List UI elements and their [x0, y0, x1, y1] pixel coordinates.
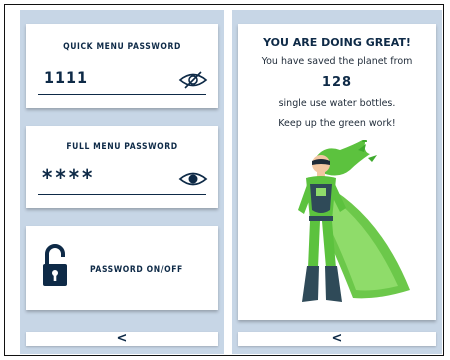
eco-headline: YOU ARE DOING GREAT! — [263, 36, 411, 49]
full-menu-password-card: FULL MENU PASSWORD **** — [26, 126, 218, 208]
quick-menu-password-card: QUICK MENU PASSWORD 1111 — [26, 24, 218, 108]
eco-message-panel: YOU ARE DOING GREAT! You have saved the … — [232, 10, 442, 354]
full-menu-password-field[interactable]: **** — [42, 166, 95, 191]
eye-icon[interactable] — [178, 169, 208, 193]
eco-message-card: YOU ARE DOING GREAT! You have saved the … — [238, 24, 436, 320]
eco-line-1: You have saved the planet from — [261, 56, 413, 67]
full-menu-password-title: FULL MENU PASSWORD — [66, 142, 178, 152]
left-back-button[interactable]: < — [26, 332, 218, 346]
superhero-illustration — [258, 134, 418, 319]
quick-menu-password-underline — [38, 94, 206, 95]
password-toggle-label: PASSWORD ON/OFF — [90, 265, 183, 275]
quick-menu-password-title: QUICK MENU PASSWORD — [63, 42, 181, 52]
quick-menu-password-field[interactable]: 1111 — [44, 68, 88, 87]
eye-off-icon[interactable] — [178, 70, 208, 94]
full-menu-password-underline — [38, 194, 206, 195]
eco-line-2: single use water bottles. — [278, 98, 396, 109]
right-back-button[interactable]: < — [238, 332, 436, 346]
password-toggle-card[interactable]: PASSWORD ON/OFF — [26, 226, 218, 310]
unlocked-padlock-icon[interactable] — [42, 244, 68, 292]
password-settings-panel: QUICK MENU PASSWORD 1111 FULL MENU PASSW… — [20, 10, 224, 354]
bottles-saved-count: 128 — [321, 75, 353, 90]
eco-line-3: Keep up the green work! — [278, 118, 396, 129]
